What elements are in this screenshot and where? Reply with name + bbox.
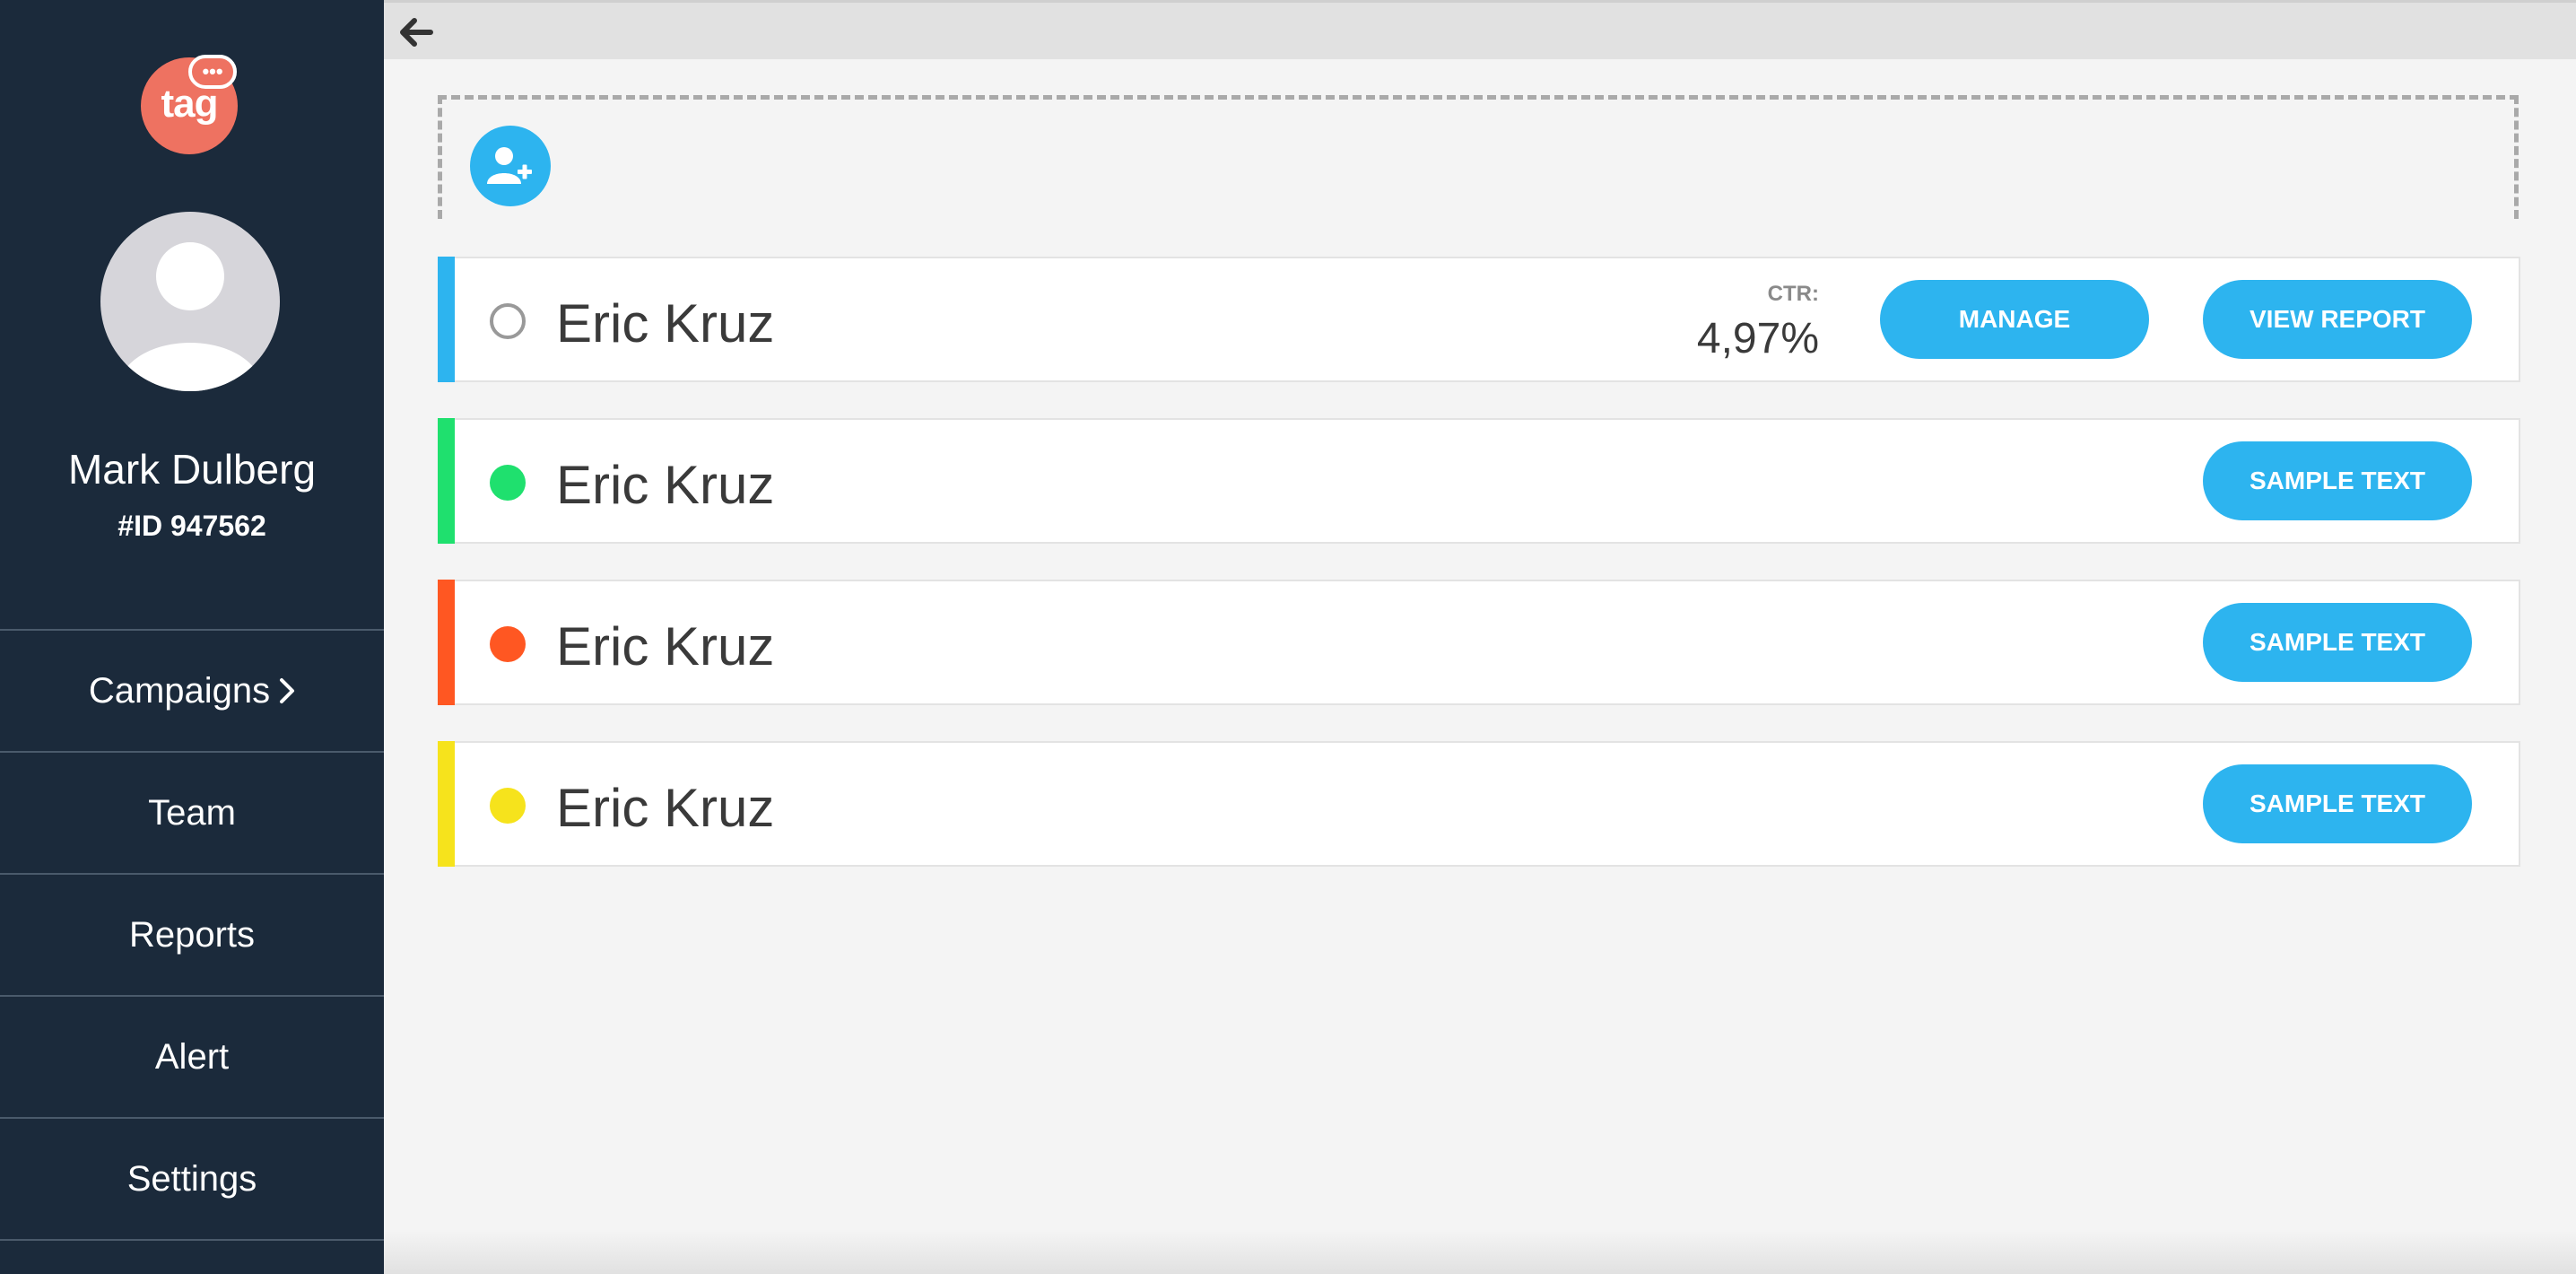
sidebar-item-label: Alert: [154, 1036, 230, 1077]
row-name: Eric Kruz: [556, 616, 775, 676]
user-name: Mark Dulberg: [67, 446, 317, 493]
sidebar-item-label: Team: [148, 792, 236, 833]
status-inactive-icon: [490, 303, 526, 339]
add-user-button[interactable]: [470, 126, 551, 206]
arrow-left-icon[interactable]: [398, 17, 434, 48]
row-accent: [438, 257, 455, 382]
user-id: #ID 947562: [117, 510, 266, 542]
status-warning-icon: [490, 788, 526, 824]
sidebar-item-label: Reports: [128, 914, 256, 955]
status-active-icon: [490, 465, 526, 501]
list-item: Eric Kruz SAMPLE TEXT: [438, 580, 2520, 705]
sidebar-item-label: Settings: [126, 1158, 257, 1199]
sidebar-item-reports[interactable]: Reports: [0, 875, 384, 997]
list-item: Eric Kruz SAMPLE TEXT: [438, 418, 2520, 544]
row-name: Eric Kruz: [556, 293, 775, 353]
sample-text-button[interactable]: SAMPLE TEXT: [2203, 441, 2472, 520]
row-accent: [438, 580, 455, 705]
sample-text-button[interactable]: SAMPLE TEXT: [2203, 764, 2472, 843]
sidebar-item-campaigns[interactable]: Campaigns: [0, 631, 384, 753]
list-item: Eric Kruz SAMPLE TEXT: [438, 741, 2520, 867]
status-error-icon: [490, 626, 526, 662]
bottom-shadow: [384, 1231, 2576, 1274]
row-accent: [438, 741, 455, 867]
avatar[interactable]: [100, 212, 280, 391]
sidebar-item-alert[interactable]: Alert: [0, 997, 384, 1119]
view-report-button[interactable]: VIEW REPORT: [2203, 280, 2472, 359]
list-item: Eric Kruz CTR: 4,97% MANAGE VIEW REPORT: [438, 257, 2520, 382]
sidebar-item-team[interactable]: Team: [0, 753, 384, 875]
add-user-icon: [487, 147, 532, 184]
drop-zone[interactable]: [438, 95, 2519, 219]
sample-text-button[interactable]: SAMPLE TEXT: [2203, 603, 2472, 682]
app-logo[interactable]: tag •••: [141, 55, 238, 154]
row-name: Eric Kruz: [556, 455, 775, 515]
user-silhouette-icon: [117, 242, 264, 391]
manage-button[interactable]: MANAGE: [1880, 280, 2149, 359]
sidebar-nav: Campaigns Team Reports Alert Settings: [0, 629, 384, 1241]
top-bar: [384, 0, 2576, 59]
row-accent: [438, 418, 455, 544]
chevron-right-icon: [279, 677, 295, 704]
row-name: Eric Kruz: [556, 778, 775, 838]
ctr-label: CTR:: [1767, 282, 1819, 306]
sidebar: tag ••• Mark Dulberg #ID 947562 Campaign…: [0, 0, 384, 1274]
chat-bubble-icon: •••: [188, 55, 237, 89]
ctr-value: 4,97%: [1696, 315, 1819, 362]
sidebar-item-label: Campaigns: [88, 670, 271, 711]
sidebar-item-settings[interactable]: Settings: [0, 1119, 384, 1241]
